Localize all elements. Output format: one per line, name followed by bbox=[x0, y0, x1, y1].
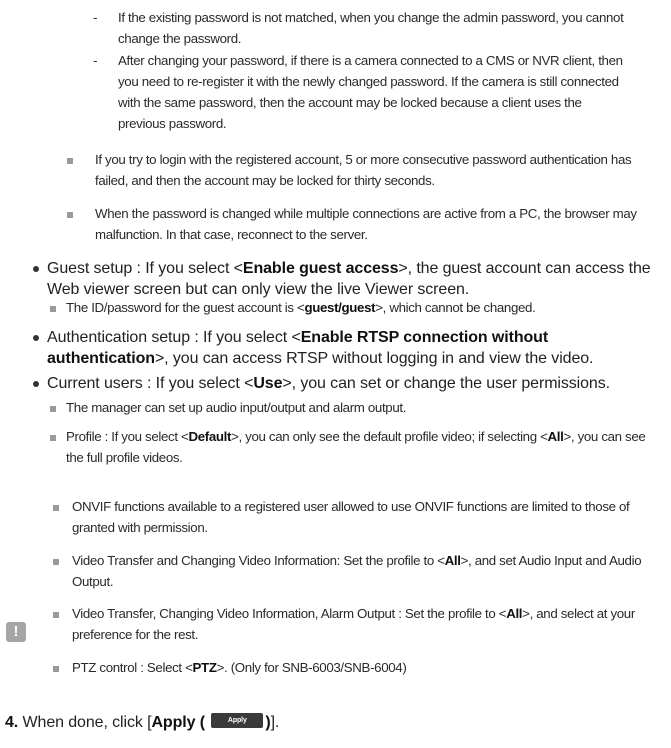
round-bullet bbox=[33, 266, 39, 272]
note-item: When the password is changed while multi… bbox=[95, 206, 637, 242]
guest-note: The ID/password for the guest account is… bbox=[66, 300, 536, 315]
warning-item: ONVIF functions available to a registere… bbox=[72, 499, 630, 535]
current-users-note: The manager can set up audio input/outpu… bbox=[66, 400, 407, 415]
step-instruction: 4. When done, click [Apply ( Apply)]. bbox=[5, 713, 280, 731]
warning-item: Video Transfer and Changing Video Inform… bbox=[72, 553, 642, 589]
square-bullet bbox=[50, 435, 56, 441]
square-bullet bbox=[53, 612, 59, 618]
square-bullet bbox=[67, 212, 73, 218]
square-bullet bbox=[67, 158, 73, 164]
note-item: If you try to login with the registered … bbox=[95, 152, 632, 188]
dash-item: After changing your password, if there i… bbox=[118, 53, 623, 131]
square-bullet bbox=[50, 406, 56, 412]
exclamation-icon: ! bbox=[6, 622, 26, 642]
profile-note: Profile : If you select <Default>, you c… bbox=[66, 429, 646, 465]
dash-item: If the existing password is not matched,… bbox=[118, 10, 624, 46]
round-bullet bbox=[33, 381, 39, 387]
apply-button[interactable]: Apply bbox=[211, 713, 264, 729]
square-bullet bbox=[53, 505, 59, 511]
square-bullet bbox=[53, 666, 59, 672]
square-bullet bbox=[53, 559, 59, 565]
warning-item: Video Transfer, Changing Video Informati… bbox=[72, 606, 635, 642]
dash-bullet: - bbox=[93, 10, 98, 25]
guest-setup: Guest setup : If you select <Enable gues… bbox=[47, 260, 651, 298]
current-users: Current users : If you select <Use>, you… bbox=[47, 375, 610, 392]
warning-item: PTZ control : Select <PTZ>. (Only for SN… bbox=[72, 660, 407, 675]
square-bullet bbox=[50, 306, 56, 312]
round-bullet bbox=[33, 335, 39, 341]
dash-bullet: - bbox=[93, 53, 98, 68]
auth-setup: Authentication setup : If you select <En… bbox=[47, 329, 594, 367]
